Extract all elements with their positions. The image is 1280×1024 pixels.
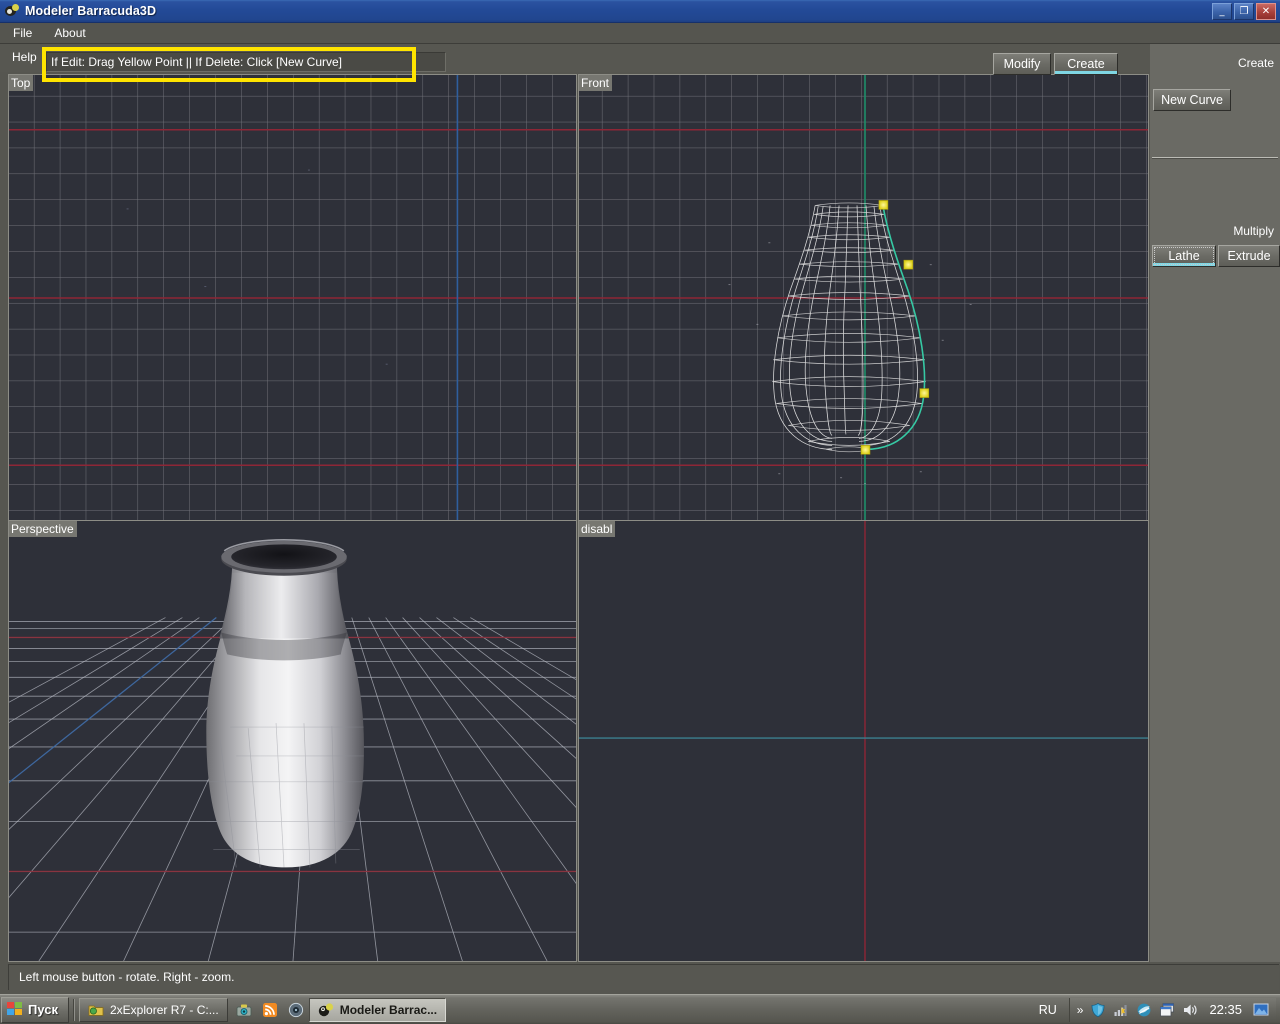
start-button-label: Пуск bbox=[28, 1002, 58, 1017]
camera-icon[interactable] bbox=[236, 1002, 252, 1018]
language-indicator[interactable]: RU bbox=[1033, 1003, 1063, 1017]
show-hidden-icons-icon[interactable]: » bbox=[1077, 1003, 1084, 1017]
task-button-modeler[interactable]: Modeler Barrac... bbox=[309, 998, 446, 1022]
disabled-view bbox=[579, 521, 1148, 961]
folder-icon bbox=[88, 1002, 104, 1018]
perspective-scene bbox=[9, 521, 576, 961]
title-bar: Modeler Barracuda3D _ ❐ ✕ bbox=[0, 0, 1280, 23]
new-curve-button[interactable]: New Curve bbox=[1153, 89, 1231, 111]
application-window: Modeler Barracuda3D _ ❐ ✕ File About Hel… bbox=[0, 0, 1280, 1024]
viewport-perspective-label: Perspective bbox=[9, 521, 77, 537]
tab-modify[interactable]: Modify bbox=[993, 53, 1051, 75]
minimize-button[interactable]: _ bbox=[1212, 3, 1232, 20]
viewport-disabled-label: disabl bbox=[579, 521, 615, 537]
menu-bar: File About bbox=[0, 23, 1280, 44]
menu-about[interactable]: About bbox=[45, 24, 94, 42]
rss-icon[interactable] bbox=[262, 1002, 278, 1018]
tray-icons: » bbox=[1069, 998, 1276, 1022]
viewport-perspective[interactable]: Perspective bbox=[8, 520, 577, 962]
multiply-section-heading: Multiply bbox=[1233, 224, 1280, 238]
help-label: Help bbox=[12, 50, 37, 64]
barracuda-app-icon bbox=[4, 3, 20, 19]
help-text-field: If Edit: Drag Yellow Point || If Delete:… bbox=[46, 52, 446, 72]
tool-panel: Modify Create Create New Curve Multiply … bbox=[1150, 44, 1280, 962]
viewport-front-label: Front bbox=[579, 75, 612, 91]
viewport-top[interactable]: Top bbox=[8, 74, 577, 522]
viewport-disabled[interactable]: disabl bbox=[578, 520, 1149, 962]
menu-file[interactable]: File bbox=[4, 24, 41, 42]
shield-icon[interactable] bbox=[1090, 1002, 1106, 1018]
lathe-button[interactable]: Lathe bbox=[1152, 245, 1216, 267]
taskbar: Пуск 2xExplorer R7 - C:... bbox=[0, 994, 1280, 1024]
tab-create[interactable]: Create bbox=[1054, 53, 1118, 75]
network-signal-icon[interactable] bbox=[1113, 1002, 1129, 1018]
panel-tabs: Modify Create bbox=[993, 53, 1118, 75]
extrude-button[interactable]: Extrude bbox=[1218, 245, 1280, 267]
volume-icon[interactable] bbox=[1182, 1002, 1198, 1018]
task-button-2xexplorer[interactable]: 2xExplorer R7 - C:... bbox=[79, 998, 228, 1022]
taskbar-separator bbox=[73, 999, 75, 1021]
task-button-label: 2xExplorer R7 - C:... bbox=[110, 1003, 219, 1017]
window-icon[interactable] bbox=[1159, 1002, 1175, 1018]
start-button[interactable]: Пуск bbox=[1, 997, 69, 1023]
front-grid bbox=[579, 75, 1148, 521]
window-controls: _ ❐ ✕ bbox=[1212, 3, 1280, 20]
viewport-top-label: Top bbox=[9, 75, 33, 91]
windows-logo-icon bbox=[7, 1002, 23, 1017]
panel-separator bbox=[1152, 157, 1278, 159]
barracuda-app-icon bbox=[318, 1002, 334, 1018]
create-section-heading: Create bbox=[1238, 56, 1280, 70]
top-grid bbox=[9, 75, 576, 521]
window-title: Modeler Barracuda3D bbox=[25, 4, 156, 18]
system-tray: RU » bbox=[1033, 995, 1280, 1024]
clock[interactable]: 22:35 bbox=[1209, 1002, 1242, 1017]
close-button[interactable]: ✕ bbox=[1256, 3, 1276, 20]
status-bar: Left mouse button - rotate. Right - zoom… bbox=[8, 964, 1279, 990]
viewport-front[interactable]: Front bbox=[578, 74, 1149, 522]
media-icon[interactable] bbox=[288, 1002, 304, 1018]
desktop-icon[interactable] bbox=[1253, 1002, 1269, 1018]
browser-icon[interactable] bbox=[1136, 1002, 1152, 1018]
restore-button[interactable]: ❐ bbox=[1234, 3, 1254, 20]
task-button-label: Modeler Barrac... bbox=[340, 1003, 437, 1017]
